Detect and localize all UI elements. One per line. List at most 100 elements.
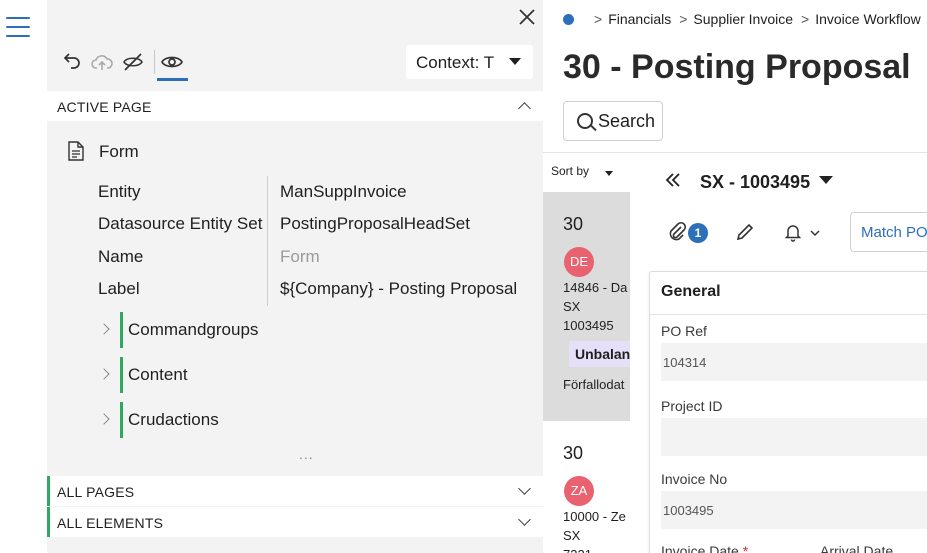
card-series: SX — [563, 528, 581, 543]
card-invoice-no: 7321 — [563, 547, 592, 553]
tree-node-crudactions[interactable]: Crudactions — [97, 402, 397, 438]
attachment-count-badge: 1 — [688, 223, 708, 243]
chevron-down-icon — [509, 58, 521, 65]
sort-by-dropdown[interactable]: Sort by — [547, 161, 619, 183]
all-pages-title: ALL PAGES — [57, 484, 135, 500]
bell-icon[interactable] — [783, 222, 803, 242]
card-number: 30 — [563, 214, 584, 234]
breadcrumb-separator-icon: > — [679, 11, 688, 27]
toolbar-divider — [154, 50, 155, 74]
card-series: SX — [563, 299, 581, 314]
match-po-button[interactable]: Match PO — [850, 212, 927, 252]
inspector-panel: Context: T ACTIVE PAGE Form Entity ManSu… — [47, 0, 543, 553]
invoice-date-label-text: Invoice Date — [661, 543, 739, 553]
record-selector[interactable]: SX - 1003495 — [700, 172, 810, 193]
property-key-entity: Entity — [98, 182, 141, 201]
more-ellipsis[interactable]: ... — [299, 446, 314, 462]
chevron-up-icon — [518, 102, 531, 115]
chevron-down-icon — [518, 482, 531, 495]
undo-icon[interactable] — [59, 50, 83, 74]
visibility-off-icon[interactable] — [121, 50, 145, 74]
chevron-right-icon — [98, 413, 110, 425]
card-supplier: 14846 - Da — [563, 280, 628, 295]
property-value-entity[interactable]: ManSuppInvoice — [280, 182, 407, 202]
breadcrumb-item[interactable]: Supplier Invoice — [693, 11, 793, 27]
card-number: 30 — [563, 443, 584, 463]
document-icon — [68, 141, 84, 161]
chevron-down-icon — [605, 171, 613, 176]
tree-node-commandgroups[interactable]: Commandgroups — [97, 312, 397, 348]
property-value-datasource[interactable]: PostingProposalHeadSet — [280, 214, 470, 234]
property-key-datasource: Datasource Entity Set — [98, 214, 263, 233]
property-value-label[interactable]: ${Company} - Posting Proposal — [280, 279, 517, 299]
double-chevron-left-icon[interactable] — [665, 172, 681, 188]
card-supplier: 10000 - Ze — [563, 509, 626, 524]
card-due-date: Förfallodat — [563, 377, 625, 392]
tree-node-indicator — [120, 312, 123, 348]
required-marker: * — [742, 543, 749, 553]
property-value-name[interactable]: Form — [280, 247, 320, 267]
avatar: DE — [564, 247, 594, 277]
paperclip-icon[interactable] — [667, 221, 687, 243]
breadcrumb: > Financials > Supplier Invoice > Invoice Wor… — [563, 11, 927, 27]
eye-active-indicator — [157, 78, 188, 81]
general-divider — [650, 314, 927, 315]
active-page-title: ACTIVE PAGE — [57, 99, 152, 115]
list-item[interactable]: 30 DE 14846 - Da SX 1003495 Unbalan Förf… — [543, 192, 630, 421]
property-key-name: Name — [98, 247, 144, 266]
nav-strip — [0, 0, 47, 553]
all-elements-title: ALL ELEMENTS — [57, 515, 164, 531]
tree-node-label: Content — [128, 365, 188, 384]
tree-node-label: Commandgroups — [128, 320, 259, 339]
close-icon[interactable] — [517, 7, 537, 27]
search-button[interactable]: Search — [563, 101, 663, 141]
record-actions: 1 Match PO — [663, 212, 927, 252]
po-ref-label: PO Ref — [661, 323, 707, 339]
all-elements-header[interactable]: ALL ELEMENTS — [47, 507, 543, 537]
home-dot-icon[interactable] — [563, 14, 574, 25]
chevron-right-icon — [98, 323, 110, 335]
property-key-label: Label — [98, 279, 140, 298]
page-title: 30 - Posting Proposal — [563, 48, 911, 86]
search-label: Search — [598, 111, 656, 131]
list-item[interactable]: 30 ZA 10000 - Ze SX 7321 — [543, 421, 630, 553]
hamburger-menu-icon[interactable] — [6, 17, 30, 41]
tree-node-content[interactable]: Content — [97, 357, 397, 393]
context-dropdown[interactable]: Context: T — [406, 45, 533, 79]
general-section: General PO Ref 104314 Project ID Invoice… — [649, 271, 927, 553]
breadcrumb-separator-icon: > — [801, 11, 810, 27]
project-id-label: Project ID — [661, 398, 723, 414]
invoice-no-label: Invoice No — [661, 471, 728, 487]
cloud-upload-icon[interactable] — [90, 50, 114, 74]
search-icon — [577, 113, 593, 129]
invoice-no-field[interactable]: 1003495 — [661, 491, 927, 529]
tree-node-indicator — [120, 402, 123, 438]
breadcrumb-separator-icon: > — [594, 11, 603, 27]
record-list: Sort by 30 DE 14846 - Da SX 1003495 Unba… — [543, 153, 630, 553]
eye-icon[interactable] — [160, 50, 184, 74]
breadcrumb-item[interactable]: Financials — [608, 11, 671, 27]
chevron-right-icon — [98, 368, 110, 380]
status-badge: Unbalan — [569, 341, 630, 367]
avatar: ZA — [564, 476, 594, 506]
project-id-field[interactable] — [661, 418, 927, 456]
invoice-date-label: Invoice Date * — [661, 543, 748, 553]
context-label: Context: T — [416, 53, 495, 72]
form-node-label: Form — [99, 142, 139, 161]
chevron-down-icon[interactable] — [819, 176, 833, 184]
chevron-down-icon — [518, 513, 531, 526]
active-page-header[interactable]: ACTIVE PAGE — [47, 91, 543, 121]
po-ref-field[interactable]: 104314 — [661, 343, 927, 381]
edit-pencil-icon[interactable] — [735, 222, 755, 242]
sort-by-label: Sort by — [551, 164, 590, 178]
card-invoice-no: 1003495 — [563, 318, 614, 333]
general-title: General — [661, 283, 721, 300]
property-divider — [267, 176, 268, 306]
app-area: > Financials > Supplier Invoice > Invoice Wor… — [543, 0, 927, 553]
tree-node-indicator — [120, 357, 123, 393]
tree-node-label: Crudactions — [128, 410, 219, 429]
all-pages-header[interactable]: ALL PAGES — [47, 476, 543, 506]
chevron-down-icon[interactable] — [809, 227, 821, 239]
breadcrumb-item[interactable]: Invoice Workflow — [815, 11, 921, 27]
arrival-date-label: Arrival Date — [820, 543, 894, 553]
